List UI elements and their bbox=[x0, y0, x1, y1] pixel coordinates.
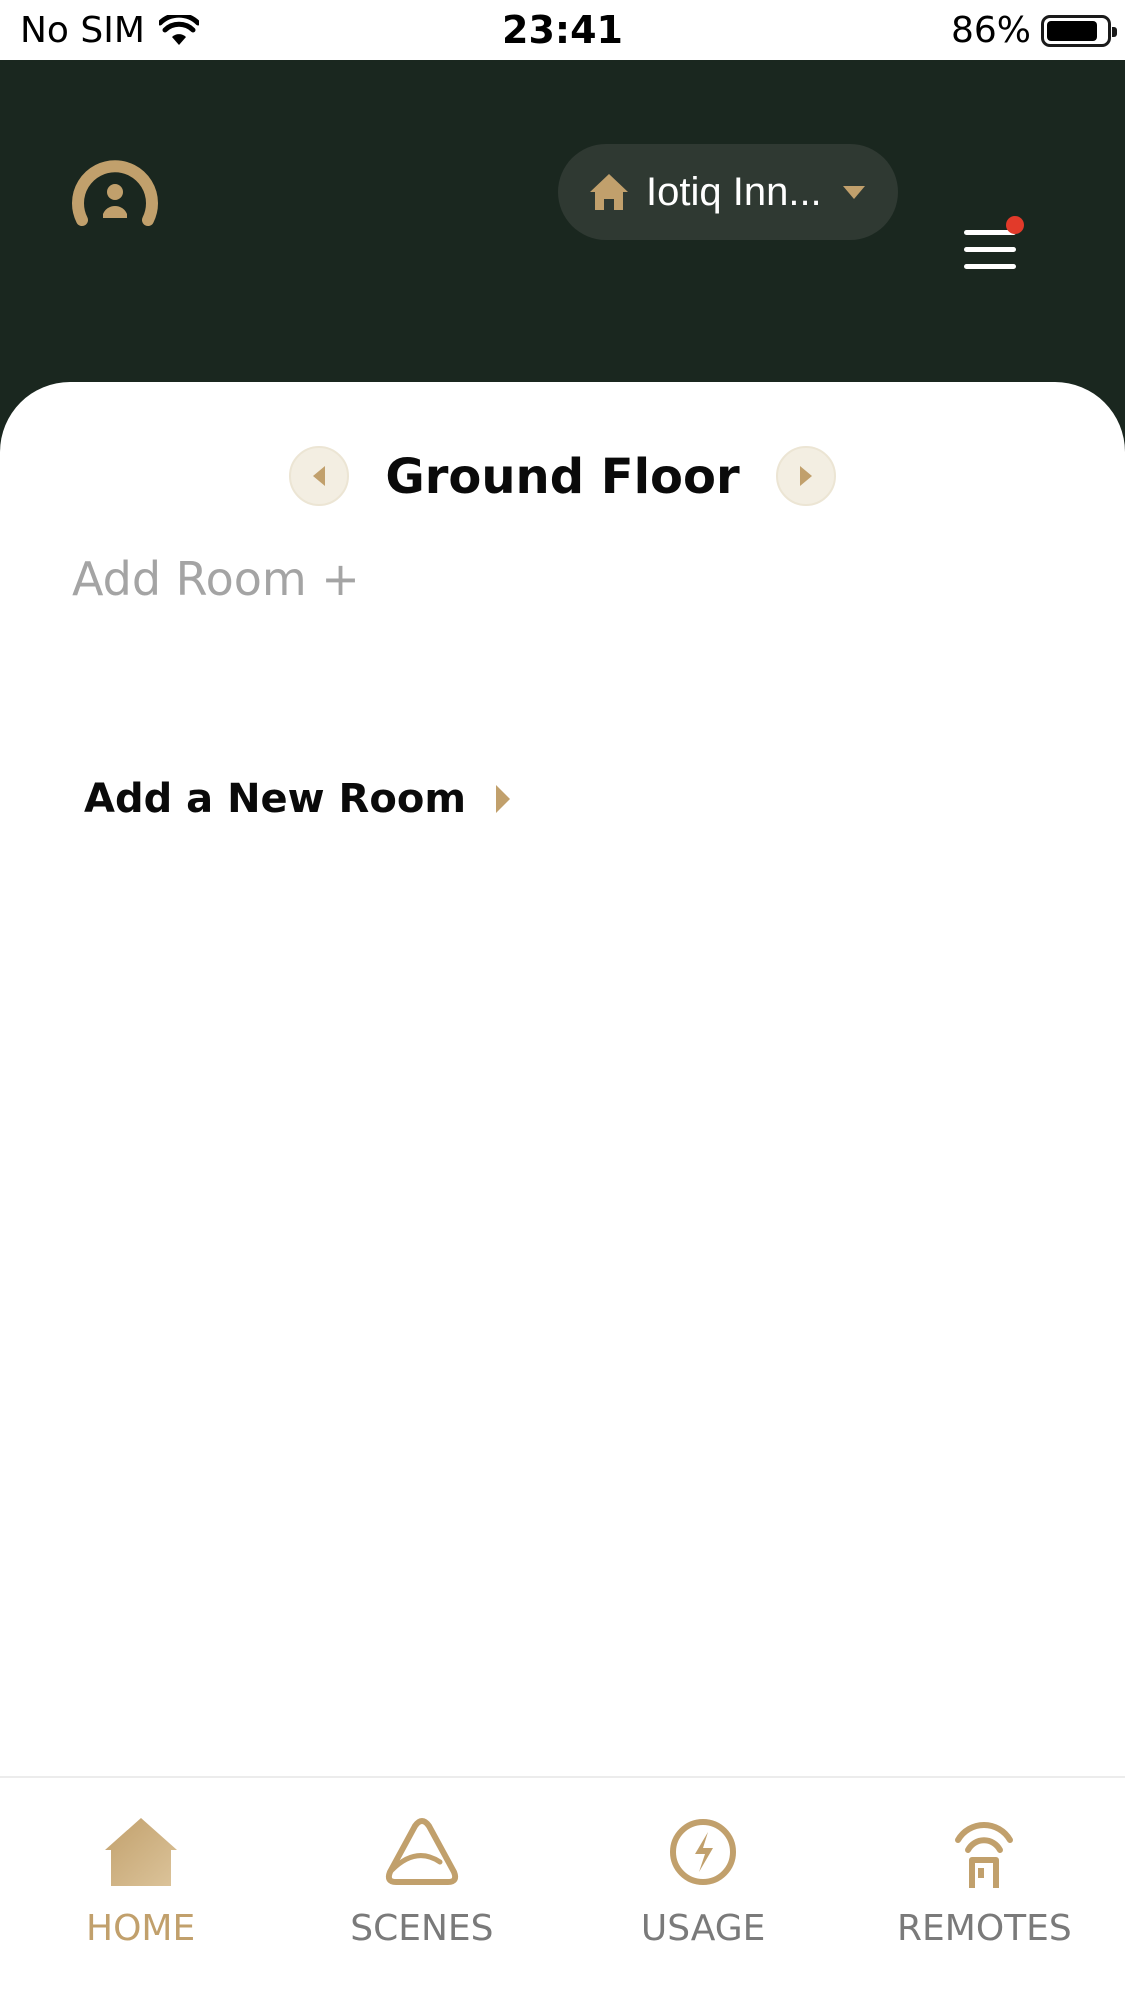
home-selector-dropdown[interactable]: Iotiq Inn... bbox=[558, 144, 898, 240]
chevron-right-icon bbox=[496, 785, 510, 813]
tab-scenes[interactable]: SCENES bbox=[281, 1778, 562, 2001]
battery-cap bbox=[1112, 26, 1117, 37]
home-selector-label: Iotiq Inn... bbox=[646, 169, 822, 214]
house-icon bbox=[590, 174, 628, 210]
floor-content: Ground Floor Add Room + Add a New Room bbox=[0, 382, 1125, 1776]
tab-label: HOME bbox=[86, 1908, 196, 1949]
floor-navigator: Ground Floor bbox=[0, 442, 1125, 514]
add-new-room-button[interactable]: Add a New Room bbox=[84, 776, 512, 822]
tab-label: SCENES bbox=[350, 1908, 494, 1949]
tab-remotes[interactable]: REMOTES bbox=[844, 1778, 1125, 2001]
chevron-down-icon bbox=[842, 186, 865, 199]
bottom-tab-bar: HOME SCENES USAGE REMOTES bbox=[0, 1776, 1125, 2001]
chevron-right-icon bbox=[800, 466, 812, 486]
status-battery-group: 86% bbox=[950, 10, 1117, 51]
notification-badge bbox=[1006, 216, 1024, 234]
app-screen: No SIM 23:41 86% Iotiq Inn... Ground Flo… bbox=[0, 0, 1125, 2001]
remote-icon bbox=[955, 1821, 1014, 1888]
menu-bar-bottom bbox=[964, 264, 1016, 269]
tab-home[interactable]: HOME bbox=[0, 1778, 281, 2001]
battery-icon bbox=[1041, 14, 1117, 47]
tab-label: REMOTES bbox=[897, 1908, 1072, 1949]
next-floor-button[interactable] bbox=[776, 446, 836, 506]
menu-bar-middle bbox=[964, 247, 1016, 252]
usage-icon bbox=[670, 1819, 737, 1885]
app-logo-icon bbox=[72, 160, 158, 226]
floor-title: Ground Floor bbox=[385, 449, 740, 505]
scenes-icon bbox=[385, 1818, 458, 1885]
home-icon bbox=[104, 1818, 177, 1886]
add-new-room-label: Add a New Room bbox=[84, 776, 466, 822]
add-room-link[interactable]: Add Room + bbox=[72, 552, 360, 606]
battery-level bbox=[1047, 20, 1097, 41]
tab-label: USAGE bbox=[640, 1908, 766, 1949]
battery-percent: 86% bbox=[950, 10, 1031, 51]
tab-usage[interactable]: USAGE bbox=[563, 1778, 844, 2001]
status-bar: No SIM 23:41 86% bbox=[0, 0, 1125, 60]
